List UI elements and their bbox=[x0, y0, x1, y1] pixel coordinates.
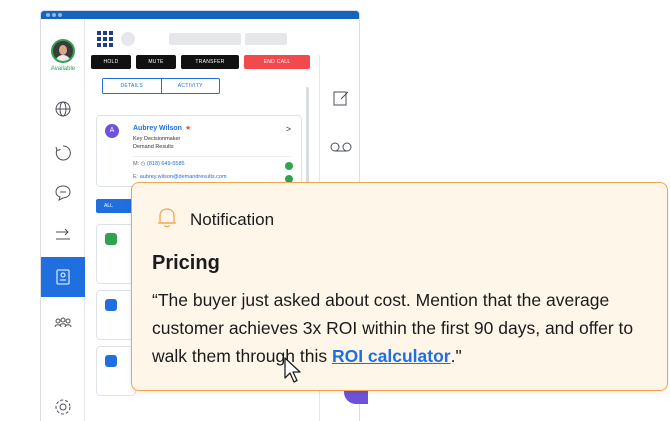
window-dot bbox=[52, 13, 56, 17]
activity-item[interactable] bbox=[96, 290, 136, 340]
notification-body: “The buyer just asked about cost. Mentio… bbox=[152, 286, 662, 370]
call-icon bbox=[105, 355, 117, 367]
nav-item-contacts-active[interactable] bbox=[41, 257, 85, 297]
globe-icon[interactable] bbox=[53, 99, 73, 119]
roi-calculator-link[interactable]: ROI calculator bbox=[332, 346, 451, 366]
title-bar bbox=[41, 11, 359, 19]
email-label: E: bbox=[133, 174, 139, 180]
contact-name-row: Aubrey Wilson ★ bbox=[133, 124, 191, 132]
contact-name[interactable]: Aubrey Wilson bbox=[133, 125, 182, 132]
settings-icon[interactable] bbox=[53, 397, 73, 417]
contact-role: Key Decisionmaker bbox=[133, 136, 181, 142]
chevron-right-icon[interactable]: > bbox=[286, 124, 291, 134]
top-bar bbox=[85, 19, 359, 59]
voicemail-icon[interactable] bbox=[330, 141, 352, 153]
tab-details[interactable]: DETAILS bbox=[103, 79, 162, 93]
window-dot bbox=[46, 13, 50, 17]
contact-phone-row: M: ◷ (818) 649-5585 bbox=[133, 161, 185, 167]
task-icon bbox=[105, 233, 117, 245]
detail-tabs: DETAILS ACTIVITY bbox=[102, 78, 220, 94]
transfer-icon[interactable] bbox=[53, 225, 73, 245]
compose-icon[interactable] bbox=[332, 89, 350, 107]
tab-activity[interactable]: ACTIVITY bbox=[162, 79, 220, 93]
contact-card-icon bbox=[56, 269, 70, 285]
window-dot bbox=[58, 13, 62, 17]
refresh-icon[interactable] bbox=[53, 143, 73, 163]
contact-email-row: E: aubrey.wilson@demandresults.com bbox=[133, 174, 227, 180]
agent-status: Available bbox=[50, 66, 76, 72]
call-badge-icon[interactable] bbox=[285, 162, 293, 170]
end-call-label: END CALL bbox=[263, 59, 291, 65]
activity-item[interactable] bbox=[96, 346, 136, 396]
contact-company: Demand Results bbox=[133, 144, 174, 150]
end-call-button[interactable]: END CALL bbox=[244, 55, 310, 69]
contact-avatar: A bbox=[105, 124, 119, 138]
bell-icon bbox=[158, 208, 176, 228]
contact-phone[interactable]: (818) 649-5585 bbox=[147, 161, 185, 167]
notification-heading: Pricing bbox=[152, 252, 220, 274]
call-icon bbox=[105, 299, 117, 311]
star-icon: ★ bbox=[184, 125, 192, 132]
placeholder-bar bbox=[169, 33, 241, 45]
phone-label: M: bbox=[133, 161, 140, 167]
mute-button[interactable]: MUTE bbox=[136, 55, 176, 69]
left-nav: Available bbox=[41, 19, 85, 421]
notification-label: Notification bbox=[190, 210, 275, 229]
status-indicator bbox=[121, 32, 135, 46]
apps-grid-icon[interactable] bbox=[97, 31, 113, 47]
contact-email[interactable]: aubrey.wilson@demandresults.com bbox=[140, 174, 227, 180]
transfer-button[interactable]: TRANSFER bbox=[181, 55, 239, 69]
filter-all-button[interactable]: ALL bbox=[96, 199, 134, 213]
agent-avatar[interactable] bbox=[51, 39, 75, 63]
team-icon[interactable] bbox=[53, 313, 73, 333]
clock-icon: ◷ bbox=[140, 161, 146, 167]
hold-button[interactable]: HOLD bbox=[91, 55, 131, 69]
notification-card: Notification Pricing “The buyer just ask… bbox=[131, 182, 668, 391]
mouse-cursor-icon bbox=[284, 357, 301, 383]
notification-text-end: ." bbox=[450, 346, 462, 366]
contact-card[interactable]: A Aubrey Wilson ★ Key Decisionmaker Deman… bbox=[96, 115, 302, 187]
chat-icon[interactable] bbox=[53, 183, 73, 203]
activity-item[interactable] bbox=[96, 224, 136, 284]
placeholder-bar bbox=[245, 33, 287, 45]
transfer-button-label: TRANSFER bbox=[195, 59, 225, 65]
divider bbox=[133, 156, 293, 157]
